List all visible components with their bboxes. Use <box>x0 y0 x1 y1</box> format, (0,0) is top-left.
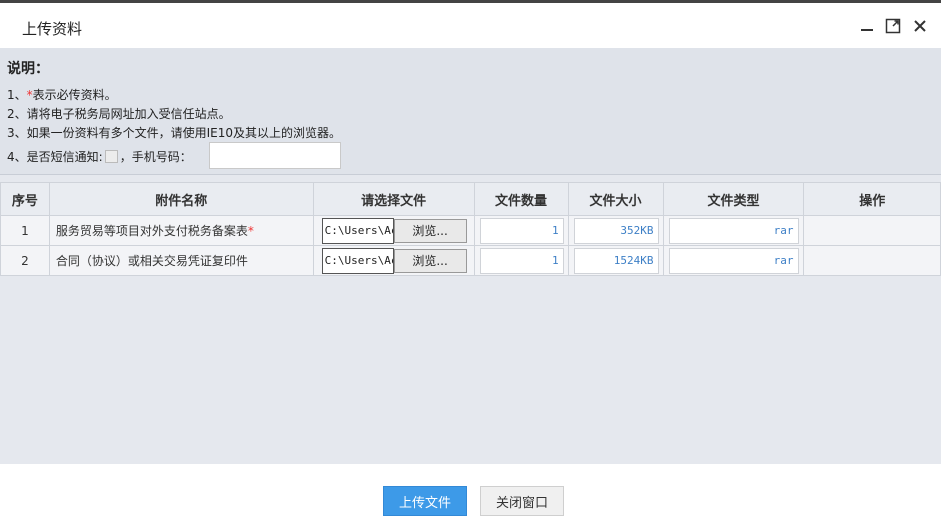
browse-button[interactable]: 浏览... <box>393 218 467 243</box>
row-file-count: 1 <box>473 245 569 276</box>
browse-button[interactable]: 浏览... <box>393 248 467 273</box>
row-file-size: 352KB <box>567 215 664 246</box>
row-attachment-name: 服务贸易等项目对外支付税务备案表* <box>48 215 314 246</box>
row-attachment-name: 合同（协议）或相关交易凭证复印件 <box>48 245 314 276</box>
required-star: * <box>247 224 254 238</box>
table-row: 1 服务贸易等项目对外支付税务备案表* C:\Users\Ac 浏览... 1 … <box>0 215 941 246</box>
instruction-1-text: 表示必传资料。 <box>32 88 117 102</box>
file-size-field[interactable]: 1524KB <box>573 247 659 274</box>
instructions-panel: 说明： 1、*表示必传资料。 2、请将电子税务局网址加入受信任站点。 3、如果一… <box>0 48 941 174</box>
phone-number-input[interactable] <box>209 142 341 169</box>
attachment-grid: 序号 附件名称 请选择文件 文件数量 文件大小 文件类型 操作 1 服务贸易等项… <box>0 174 941 464</box>
table-row: 2 合同（协议）或相关交易凭证复印件 C:\Users\Ac 浏览... 1 1… <box>0 245 941 276</box>
column-header-file-size: 文件大小 <box>567 182 664 216</box>
phone-label: ，手机号码： <box>119 150 192 164</box>
row-file-type: rar <box>662 215 805 246</box>
column-header-file-count: 文件数量 <box>473 182 569 216</box>
file-path-field[interactable]: C:\Users\Ac <box>321 247 394 274</box>
instruction-1-number: 1、 <box>7 88 27 102</box>
row-actions <box>803 245 941 276</box>
row-file-size: 1524KB <box>567 245 664 276</box>
instruction-line-4: 4、是否短信通知: ，手机号码： <box>7 148 192 165</box>
row-seq: 2 <box>0 245 50 276</box>
row-actions <box>803 215 941 246</box>
table-header-row: 序号 附件名称 请选择文件 文件数量 文件大小 文件类型 操作 <box>0 182 941 216</box>
instruction-line-1: 1、*表示必传资料。 <box>7 86 117 103</box>
sms-notify-label: 4、是否短信通知: <box>7 150 103 164</box>
file-path-field[interactable]: C:\Users\Ac <box>321 217 394 244</box>
file-count-field[interactable]: 1 <box>479 247 564 274</box>
row-file-count: 1 <box>473 215 569 246</box>
maximize-icon[interactable] <box>884 17 902 35</box>
close-icon[interactable] <box>911 17 929 35</box>
upload-files-button[interactable]: 上传文件 <box>383 486 467 516</box>
file-count-field[interactable]: 1 <box>479 217 564 244</box>
row-seq: 1 <box>0 215 50 246</box>
close-window-button[interactable]: 关闭窗口 <box>480 486 564 516</box>
file-type-field[interactable]: rar <box>668 217 799 244</box>
row-file-chooser: C:\Users\Ac 浏览... <box>312 215 475 246</box>
minimize-icon[interactable] <box>858 17 876 35</box>
attachment-name-text: 服务贸易等项目对外支付税务备案表 <box>55 224 248 238</box>
row-file-type: rar <box>662 245 805 276</box>
column-header-choose-file: 请选择文件 <box>312 182 475 216</box>
column-header-seq: 序号 <box>0 182 50 216</box>
dialog-titlebar: 上传资料 <box>0 0 941 48</box>
instructions-heading: 说明： <box>7 61 49 77</box>
sms-notify-checkbox[interactable] <box>104 150 118 163</box>
row-file-chooser: C:\Users\Ac 浏览... <box>312 245 475 276</box>
file-size-field[interactable]: 352KB <box>573 217 659 244</box>
dialog-title: 上传资料 <box>22 20 83 38</box>
attachment-name-text: 合同（协议）或相关交易凭证复印件 <box>55 254 248 268</box>
column-header-actions: 操作 <box>803 182 941 216</box>
column-header-file-type: 文件类型 <box>662 182 805 216</box>
attachment-table: 序号 附件名称 请选择文件 文件数量 文件大小 文件类型 操作 1 服务贸易等项… <box>0 182 941 276</box>
instruction-line-3: 3、如果一份资料有多个文件，请使用IE10及其以上的浏览器。 <box>7 126 342 140</box>
column-header-attachment-name: 附件名称 <box>48 182 314 216</box>
instruction-line-2: 2、请将电子税务局网址加入受信任站点。 <box>7 107 231 121</box>
file-type-field[interactable]: rar <box>668 247 799 274</box>
